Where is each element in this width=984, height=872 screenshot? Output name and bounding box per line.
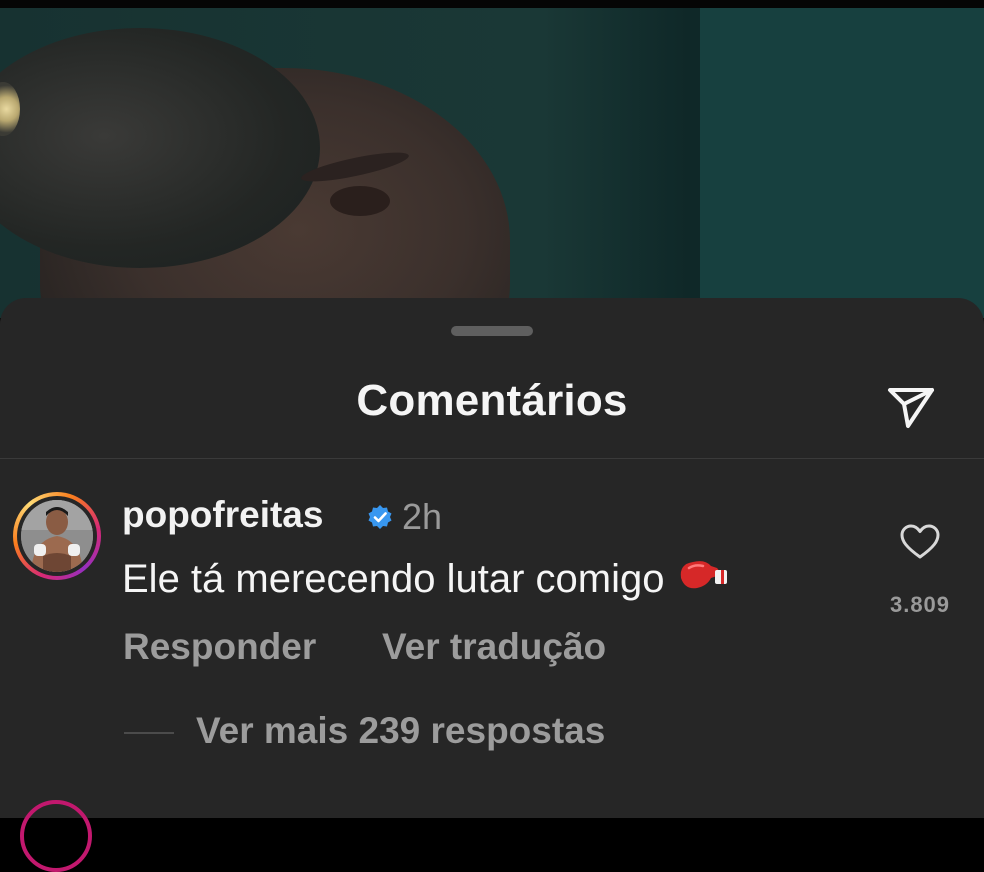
comment-text-row: Ele tá merecendo lutar comigo <box>122 556 731 602</box>
reply-button[interactable]: Responder <box>123 626 316 668</box>
share-icon[interactable] <box>886 384 936 430</box>
video-wall <box>700 8 984 318</box>
replies-line <box>124 732 174 734</box>
verified-badge-icon <box>368 505 392 529</box>
heart-icon[interactable] <box>900 524 940 560</box>
comment-time: 2h <box>402 496 443 537</box>
avatar[interactable] <box>21 500 93 572</box>
comments-sheet: Comentários popofreitas 2h Ele tá merece… <box>0 298 984 872</box>
avatar-story-ring[interactable] <box>13 492 101 580</box>
drag-handle[interactable] <box>451 326 533 336</box>
next-comment-avatar[interactable] <box>20 800 92 872</box>
comment-username[interactable]: popofreitas <box>122 494 323 536</box>
comment-text: Ele tá merecendo lutar comigo <box>122 557 665 601</box>
status-bar-strip <box>0 0 984 8</box>
like-count: 3.809 <box>889 592 951 617</box>
video-background[interactable] <box>0 8 984 318</box>
avatar-photo <box>21 500 93 572</box>
video-eye <box>330 186 390 216</box>
see-translation-button[interactable]: Ver tradução <box>382 626 606 668</box>
header-divider <box>0 458 984 459</box>
boxing-glove-icon <box>680 561 727 589</box>
view-more-replies-button[interactable]: Ver mais 239 respostas <box>196 710 605 752</box>
sheet-title: Comentários <box>356 376 628 425</box>
